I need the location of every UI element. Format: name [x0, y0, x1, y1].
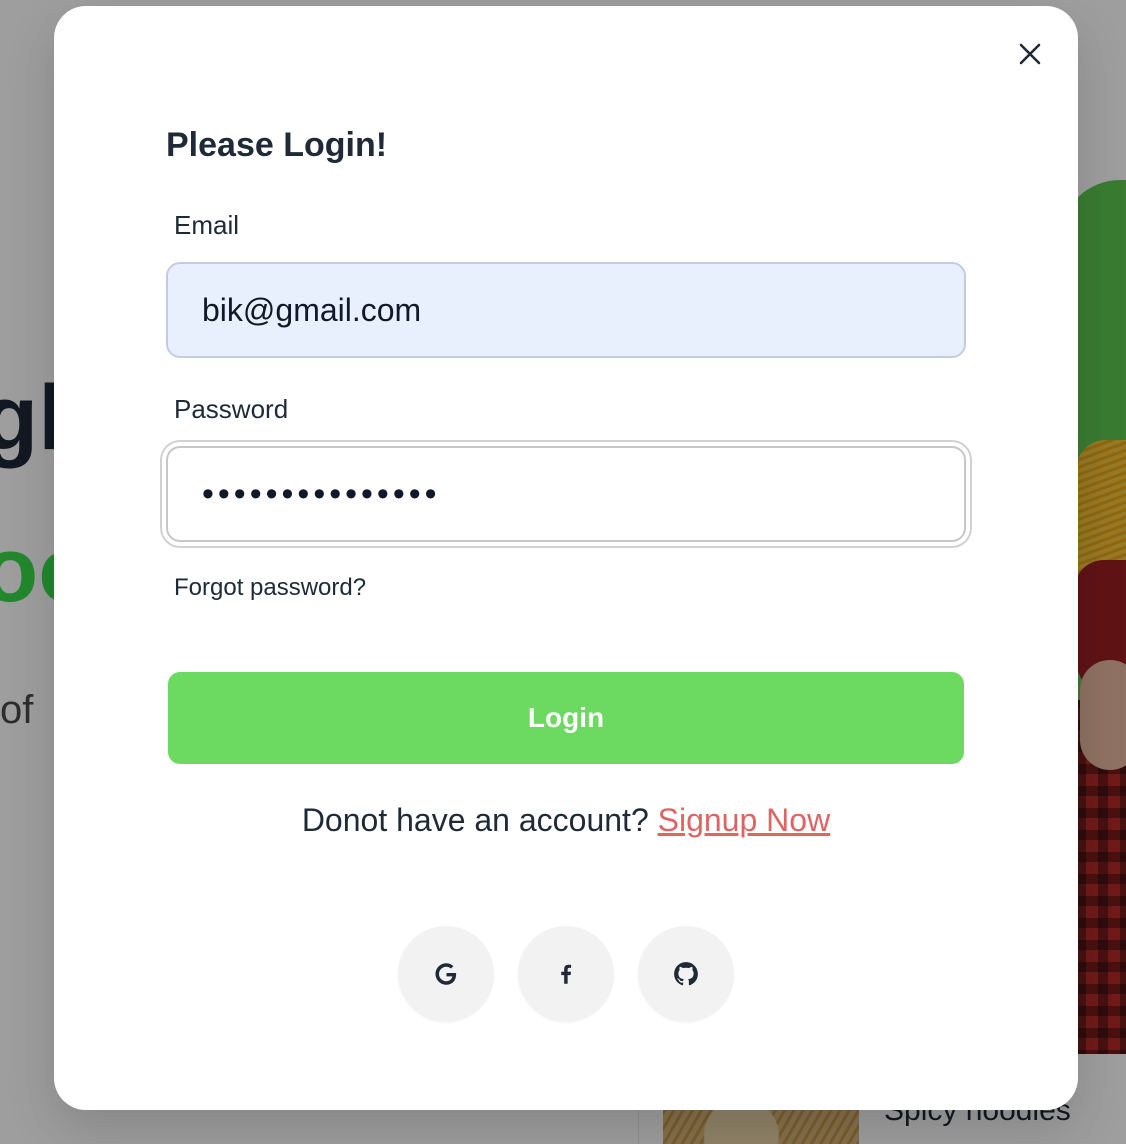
login-modal: Please Login! Email bik@gmail.com Passwo… [54, 6, 1078, 1110]
email-field[interactable]: bik@gmail.com [166, 262, 966, 358]
github-login-button[interactable] [638, 926, 734, 1022]
modal-title: Please Login! [166, 126, 388, 164]
forgot-password-link[interactable]: Forgot password? [174, 574, 366, 602]
github-icon [674, 962, 698, 986]
signup-prompt-row: Donot have an account? Signup Now [54, 802, 1078, 839]
close-icon [1019, 43, 1041, 65]
signup-link[interactable]: Signup Now [658, 802, 831, 838]
signup-prompt: Donot have an account? [301, 802, 658, 838]
password-value: ••••••••••••••• [202, 474, 441, 513]
google-icon [435, 963, 457, 985]
password-label: Password [174, 394, 289, 424]
password-field[interactable]: ••••••••••••••• [166, 446, 966, 542]
email-label: Email [174, 210, 240, 240]
social-login-row [54, 926, 1078, 1022]
email-value: bik@gmail.com [202, 291, 422, 328]
google-login-button[interactable] [398, 926, 494, 1022]
close-button[interactable] [1016, 40, 1044, 68]
login-button[interactable]: Login [168, 672, 964, 764]
facebook-login-button[interactable] [518, 926, 614, 1022]
facebook-icon [561, 964, 572, 984]
